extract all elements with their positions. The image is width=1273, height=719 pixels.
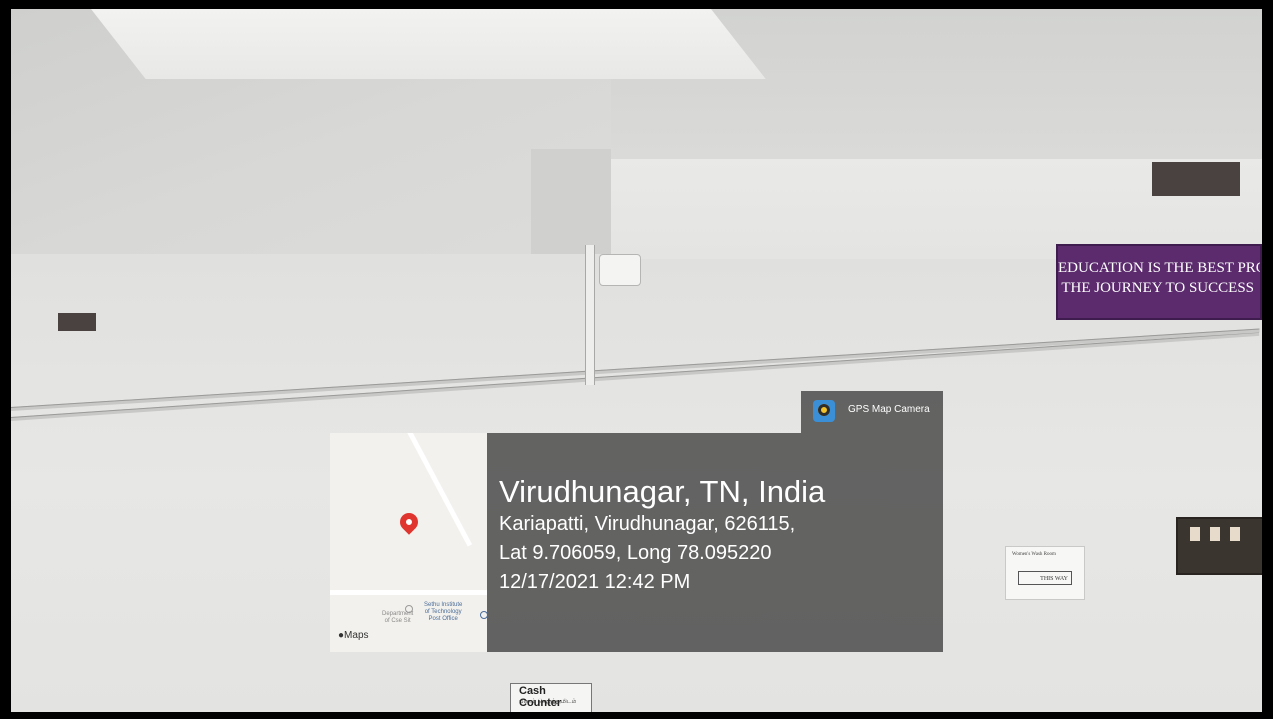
ceiling-beam [91, 9, 766, 79]
map-pin-icon [396, 509, 422, 535]
banner-line-1: EDUCATION IS THE BEST PROVISIC [1058, 260, 1260, 276]
gps-app-name: GPS Map Camera [848, 404, 930, 415]
wall-sensor [599, 254, 641, 286]
washroom-title: Women's Wash Room [1012, 552, 1056, 557]
gps-app-badge: GPS Map Camera [801, 391, 943, 433]
washroom-direction: THIS WAY [1018, 571, 1072, 585]
location-address: Kariapatti, Virudhunagar, 626115, [499, 513, 796, 535]
motto-banner: EDUCATION IS THE BEST PROVISIC THE JOURN… [1056, 244, 1262, 320]
switchboard [1176, 517, 1262, 575]
location-text: Virudhunagar, TN, India Kariapatti, Viru… [499, 474, 825, 597]
ceiling-beam-face [531, 149, 611, 259]
cash-counter-subtitle: பணம் செலுத்துமிடம் [519, 699, 577, 705]
location-datetime: 12/17/2021 12:42 PM [499, 571, 691, 593]
cash-counter-sign: Cash Counter பணம் செலுத்துமிடம் [510, 683, 592, 712]
wall-vent-right [1152, 162, 1240, 196]
maps-provider-label: Maps [344, 630, 369, 641]
poi-sethu-label: Sethu Institute of Technology Post Offic… [424, 602, 463, 622]
vertical-conduit [585, 245, 595, 385]
wall-vent-left [58, 313, 96, 331]
map-road-horizontal [330, 590, 487, 595]
poi-post-office-icon [480, 611, 487, 619]
banner-line-2: THE JOURNEY TO SUCCESS [1061, 280, 1254, 296]
location-city: Virudhunagar, TN, India [499, 474, 826, 509]
maps-provider-logo: ●Maps [338, 630, 369, 641]
poi-department-label: Department of Cse Sit [382, 611, 414, 624]
photo-frame: EDUCATION IS THE BEST PROVISIC THE JOURN… [0, 0, 1273, 719]
location-coordinates: Lat 9.706059, Long 78.095220 [499, 542, 772, 564]
map-thumbnail: Department of Cse Sit Sethu Institute of… [330, 433, 487, 652]
gps-map-camera-app-icon [813, 400, 835, 422]
washroom-sign: Women's Wash Room THIS WAY [1005, 546, 1085, 600]
